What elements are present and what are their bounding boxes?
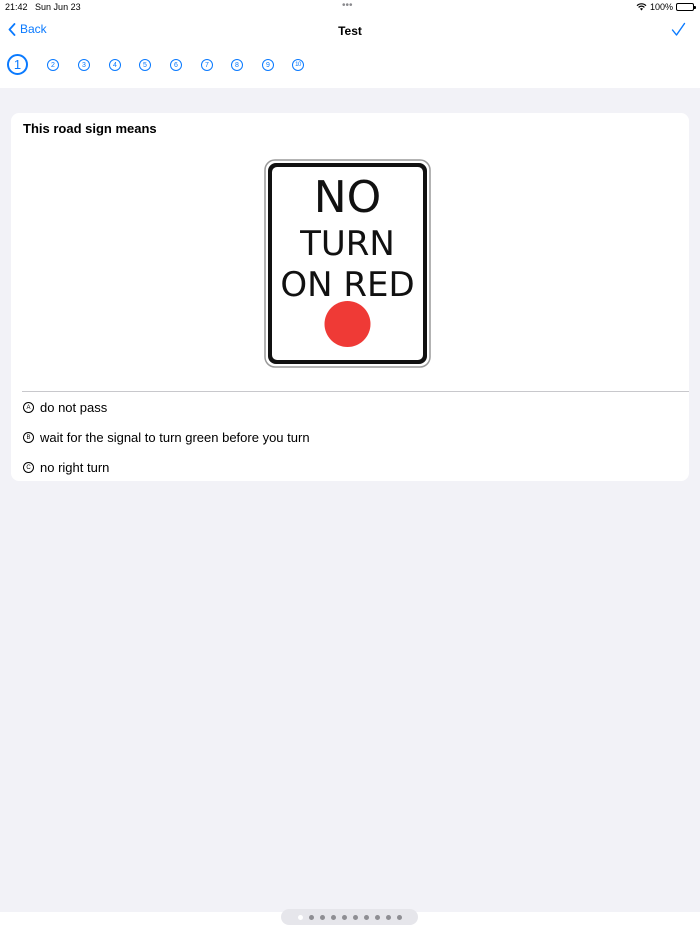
no-turn-on-red-sign-image: NO TURN ON RED — [264, 159, 431, 368]
battery-percent: 100% — [649, 2, 673, 12]
page-dot-8[interactable] — [374, 914, 380, 920]
multitasking-dots-icon[interactable]: ••• — [342, 0, 353, 11]
answer-letter-a-icon: A — [23, 402, 34, 413]
divider — [22, 391, 689, 392]
question-number-4[interactable]: 4 — [109, 59, 121, 71]
page-dot-10[interactable] — [396, 914, 402, 920]
question-number-10[interactable]: 10 — [292, 59, 304, 71]
answer-option-b[interactable]: B wait for the signal to turn green befo… — [23, 430, 310, 445]
page-dot-3[interactable] — [319, 914, 325, 920]
battery-icon — [676, 3, 696, 11]
question-number-6[interactable]: 6 — [170, 59, 182, 71]
page-dot-7[interactable] — [363, 914, 369, 920]
question-number-3[interactable]: 3 — [78, 59, 90, 71]
status-time-date: 21:42 Sun Jun 23 — [5, 2, 81, 12]
sign-line-on-red: ON RED — [280, 265, 414, 305]
status-time: 21:42 — [5, 2, 28, 12]
wifi-icon — [636, 3, 647, 11]
navigation-bar: Back Test — [0, 18, 700, 46]
answer-option-a[interactable]: A do not pass — [23, 400, 107, 415]
question-text: This road sign means — [23, 121, 157, 136]
checkmark-icon — [671, 22, 686, 36]
answer-text-b: wait for the signal to turn green before… — [40, 430, 310, 445]
status-date: Sun Jun 23 — [35, 2, 81, 12]
question-number-2[interactable]: 2 — [47, 59, 59, 71]
question-number-7[interactable]: 7 — [201, 59, 213, 71]
answer-text-c: no right turn — [40, 460, 110, 475]
page-dot-1[interactable] — [297, 914, 303, 920]
answer-option-c[interactable]: C no right turn — [23, 460, 109, 475]
question-number-5[interactable]: 5 — [139, 59, 151, 71]
red-dot-icon — [324, 301, 371, 347]
page-dot-6[interactable] — [352, 914, 358, 920]
page-indicator[interactable] — [281, 909, 418, 925]
sign-line-turn: TURN — [299, 224, 395, 264]
page-dot-9[interactable] — [385, 914, 391, 920]
page-dot-2[interactable] — [308, 914, 314, 920]
answer-text-a: do not pass — [40, 400, 108, 415]
question-card: This road sign means NO TURN ON RED A do… — [11, 113, 689, 481]
question-number-1[interactable]: 1 — [7, 54, 28, 75]
question-number-9[interactable]: 9 — [262, 59, 274, 71]
page-title: Test — [338, 24, 362, 38]
page-dot-4[interactable] — [330, 914, 336, 920]
top-bar: 21:42 Sun Jun 23 ••• 100% Back Test 1 2 … — [0, 0, 700, 88]
page-dot-5[interactable] — [341, 914, 347, 920]
question-number-8[interactable]: 8 — [231, 59, 243, 71]
answer-letter-c-icon: C — [23, 462, 34, 473]
sign-line-no: NO — [314, 172, 382, 223]
submit-checkmark-button[interactable] — [671, 22, 686, 42]
status-bar: 21:42 Sun Jun 23 ••• 100% — [0, 0, 700, 14]
answer-letter-b-icon: B — [23, 432, 34, 443]
status-right: 100% — [636, 2, 696, 12]
